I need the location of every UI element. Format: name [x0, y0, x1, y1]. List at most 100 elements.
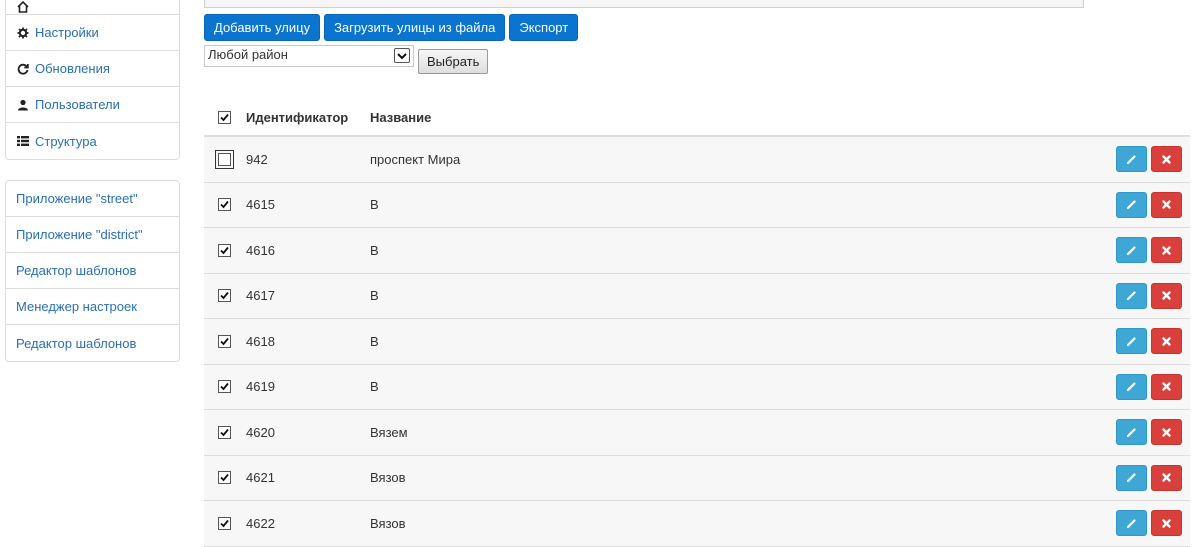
edit-button[interactable] — [1116, 373, 1147, 400]
table-row: 4617 В — [204, 273, 1190, 319]
pencil-icon — [1126, 382, 1136, 392]
cell-id: 4621 — [246, 470, 275, 486]
close-icon — [1162, 519, 1171, 528]
row-checkbox[interactable] — [217, 334, 231, 348]
sidebar-item-label: Обновления — [35, 61, 110, 76]
delete-button[interactable] — [1151, 282, 1182, 309]
close-icon — [1162, 246, 1171, 255]
table-header: Идентификатор Название — [204, 100, 1190, 137]
pencil-icon — [1126, 246, 1136, 255]
edit-button[interactable] — [1116, 510, 1147, 537]
close-icon — [1162, 337, 1171, 346]
delete-button[interactable] — [1151, 328, 1182, 355]
pencil-icon — [1126, 473, 1136, 483]
district-select[interactable]: Любой район — [204, 45, 414, 67]
sidebar-item-template-editor-2[interactable]: Редактор шаблонов — [6, 325, 179, 361]
sidebar-item-label: Приложение "street" — [16, 191, 138, 206]
sidebar-item-app-street[interactable]: Приложение "street" — [6, 181, 179, 217]
close-icon — [1162, 291, 1171, 300]
close-icon — [1162, 428, 1171, 437]
export-button[interactable]: Экспорт — [509, 14, 579, 41]
edit-button[interactable] — [1116, 464, 1147, 491]
sidebar-item-label: Приложение "district" — [16, 227, 143, 242]
user-icon — [16, 98, 30, 112]
cell-name: В — [370, 379, 379, 395]
table-row: 4615 В — [204, 182, 1190, 228]
edit-button[interactable] — [1116, 282, 1147, 309]
pencil-icon — [1126, 200, 1136, 210]
cell-id: 4618 — [246, 333, 275, 349]
sidebar-item-app-district[interactable]: Приложение "district" — [6, 217, 179, 253]
table-row: 942 проспект Мира — [204, 137, 1190, 183]
sidebar-main-nav: Настройки Обновления Пользователи Структ… — [5, 0, 180, 160]
table-row: 4622 Вязов — [204, 501, 1190, 547]
pencil-icon — [1126, 155, 1136, 164]
select-all-checkbox[interactable] — [217, 111, 231, 124]
column-header-id: Идентификатор — [246, 110, 349, 125]
cell-id: 4622 — [246, 515, 275, 531]
row-checkbox[interactable] — [217, 289, 231, 303]
edit-button[interactable] — [1116, 237, 1147, 264]
table-row: 4620 Вязем — [204, 410, 1190, 456]
cell-name: проспект Мира — [370, 151, 461, 167]
sidebar-item-template-editor[interactable]: Редактор шаблонов — [6, 253, 179, 289]
top-panel-edge — [204, 0, 1084, 8]
sidebar-item-settings[interactable]: Настройки — [6, 15, 179, 51]
add-street-button[interactable]: Добавить улицу — [204, 14, 321, 41]
close-icon — [1162, 200, 1171, 209]
edit-button[interactable] — [1116, 191, 1147, 218]
delete-button[interactable] — [1151, 146, 1182, 173]
row-checkbox[interactable] — [217, 198, 231, 212]
sidebar-item-users[interactable]: Пользователи — [6, 87, 179, 123]
cell-id: 4616 — [246, 242, 275, 258]
cell-id: 4617 — [246, 288, 275, 304]
sidebar-item-structure[interactable]: Структура — [6, 123, 179, 159]
delete-button[interactable] — [1151, 419, 1182, 446]
sidebar-item-home[interactable] — [6, 0, 179, 15]
sidebar: Настройки Обновления Пользователи Структ… — [5, 0, 180, 362]
cell-id: 942 — [246, 151, 268, 167]
cell-name: Вязов — [370, 515, 406, 531]
cell-name: Вязем — [370, 424, 408, 440]
pencil-icon — [1126, 291, 1136, 301]
sidebar-item-label: Настройки — [35, 25, 99, 40]
table-row: 4618 В — [204, 319, 1190, 365]
sidebar-apps-nav: Приложение "street" Приложение "district… — [5, 180, 180, 362]
list-icon — [16, 134, 30, 148]
row-checkbox[interactable] — [217, 243, 231, 257]
district-select-value: Любой район — [208, 47, 288, 62]
sidebar-item-settings-manager[interactable]: Менеджер настроек — [6, 289, 179, 325]
close-icon — [1162, 382, 1171, 391]
delete-button[interactable] — [1151, 237, 1182, 264]
cell-id: 4620 — [246, 424, 275, 440]
close-icon — [1162, 473, 1171, 482]
row-checkbox[interactable] — [217, 380, 231, 394]
sidebar-item-label: Структура — [35, 133, 97, 149]
gear-icon — [16, 26, 30, 40]
delete-button[interactable] — [1151, 510, 1182, 537]
chevron-down-icon — [394, 48, 410, 63]
edit-button[interactable] — [1116, 328, 1147, 355]
delete-button[interactable] — [1151, 373, 1182, 400]
choose-button[interactable]: Выбрать — [418, 49, 489, 74]
cell-name: Вязов — [370, 470, 406, 486]
toolbar: Добавить улицу Загрузить улицы из файла … — [204, 14, 579, 41]
cell-name: В — [370, 242, 379, 258]
cell-name: В — [370, 288, 379, 304]
row-checkbox[interactable] — [217, 425, 231, 439]
cell-id: 4619 — [246, 379, 275, 395]
sidebar-item-label: Пользователи — [35, 97, 120, 112]
close-icon — [1162, 155, 1171, 164]
row-checkbox[interactable] — [214, 149, 234, 169]
table-body: 942 проспект Мира 4615 В 4616 В 4617 В 4618 В 4619… — [204, 137, 1190, 547]
sidebar-item-updates[interactable]: Обновления — [6, 51, 179, 87]
upload-streets-button[interactable]: Загрузить улицы из файла — [324, 14, 506, 41]
delete-button[interactable] — [1151, 191, 1182, 218]
edit-button[interactable] — [1116, 419, 1147, 446]
row-checkbox[interactable] — [217, 516, 231, 530]
sidebar-item-label: Менеджер настроек — [16, 299, 137, 314]
edit-button[interactable] — [1116, 146, 1147, 173]
row-checkbox[interactable] — [217, 471, 231, 485]
sidebar-item-label: Редактор шаблонов — [16, 335, 137, 351]
delete-button[interactable] — [1151, 464, 1182, 491]
